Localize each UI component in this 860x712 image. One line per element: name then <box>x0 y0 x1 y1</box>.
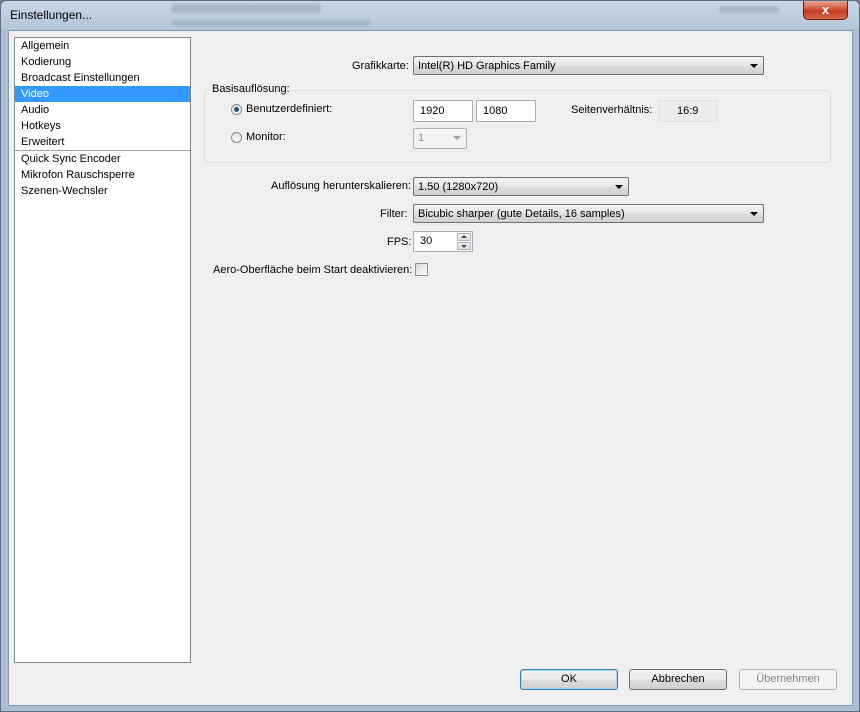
close-button[interactable]: x <box>803 1 848 20</box>
chevron-down-icon <box>750 212 758 216</box>
graphics-card-value: Intel(R) HD Graphics Family <box>418 60 556 72</box>
aero-checkbox[interactable] <box>415 263 428 276</box>
fps-increment-button[interactable] <box>457 233 471 241</box>
aspect-ratio-label: Seitenverhältnis: <box>571 104 653 116</box>
chevron-down-icon <box>615 185 623 189</box>
graphics-card-label: Grafikkarte: <box>352 60 409 72</box>
width-value: 1920 <box>420 105 445 117</box>
downscale-label: Auflösung herunterskalieren: <box>271 180 412 192</box>
apply-button[interactable]: Übernehmen <box>739 669 837 690</box>
category-list[interactable]: Allgemein Kodierung Broadcast Einstellun… <box>14 37 191 663</box>
width-input[interactable]: 1920 <box>413 100 473 122</box>
filter-value: Bicubic sharper (gute Details, 16 sample… <box>418 208 625 220</box>
category-item-rauschsperre[interactable]: Mikrofon Rauschsperre <box>15 167 190 183</box>
height-value: 1080 <box>483 105 508 117</box>
background-window-blur <box>171 20 371 26</box>
chevron-down-icon <box>453 136 461 140</box>
cancel-button[interactable]: Abbrechen <box>629 669 727 690</box>
aspect-ratio-value: 16:9 <box>677 105 699 117</box>
monitor-label: Monitor: <box>246 131 286 143</box>
ok-button[interactable]: OK <box>520 669 618 690</box>
category-item-hotkeys[interactable]: Hotkeys <box>15 118 190 134</box>
monitor-radio[interactable] <box>231 132 242 143</box>
graphics-card-dropdown[interactable]: Intel(R) HD Graphics Family <box>413 56 764 75</box>
filter-dropdown[interactable]: Bicubic sharper (gute Details, 16 sample… <box>413 204 764 223</box>
radio-selected-dot <box>234 107 239 112</box>
category-item-quick-sync[interactable]: Quick Sync Encoder <box>15 151 190 167</box>
category-item-kodierung[interactable]: Kodierung <box>15 54 190 70</box>
fps-spinner[interactable]: 30 <box>413 231 473 252</box>
height-input[interactable]: 1080 <box>476 100 536 122</box>
category-item-video[interactable]: Video <box>15 86 190 102</box>
arrow-up-icon <box>461 235 467 238</box>
dialog-client-area: Allgemein Kodierung Broadcast Einstellun… <box>8 30 853 706</box>
downscale-value: 1.50 (1280x720) <box>418 181 499 193</box>
category-item-allgemein[interactable]: Allgemein <box>15 38 190 54</box>
base-resolution-title: Basisauflösung: <box>210 83 292 95</box>
aspect-ratio-box: 16:9 <box>658 100 718 122</box>
monitor-value: 1 <box>418 132 425 144</box>
background-window-blur <box>719 6 779 13</box>
category-item-szenen-wechsler[interactable]: Szenen-Wechsler <box>15 183 190 199</box>
background-window-blur <box>171 4 321 13</box>
category-item-broadcast[interactable]: Broadcast Einstellungen <box>15 70 190 86</box>
fps-decrement-button[interactable] <box>457 242 471 250</box>
window-title: Einstellungen... <box>10 8 93 22</box>
custom-resolution-label: Benutzerdefiniert: <box>246 103 333 115</box>
aero-label: Aero-Oberfläche beim Start deaktivieren: <box>213 264 413 276</box>
settings-window: Einstellungen... x Allgemein Kodierung B… <box>0 0 860 712</box>
monitor-dropdown[interactable]: 1 <box>413 128 467 149</box>
chevron-down-icon <box>750 64 758 68</box>
arrow-down-icon <box>461 245 467 248</box>
fps-label: FPS: <box>387 236 412 248</box>
category-item-erweitert[interactable]: Erweitert <box>15 134 190 150</box>
downscale-dropdown[interactable]: 1.50 (1280x720) <box>413 177 629 196</box>
title-bar[interactable]: Einstellungen... x <box>1 1 859 30</box>
category-item-audio[interactable]: Audio <box>15 102 190 118</box>
filter-label: Filter: <box>380 208 408 220</box>
fps-value: 30 <box>420 235 433 247</box>
close-icon: x <box>821 2 830 17</box>
custom-resolution-radio[interactable] <box>231 104 242 115</box>
